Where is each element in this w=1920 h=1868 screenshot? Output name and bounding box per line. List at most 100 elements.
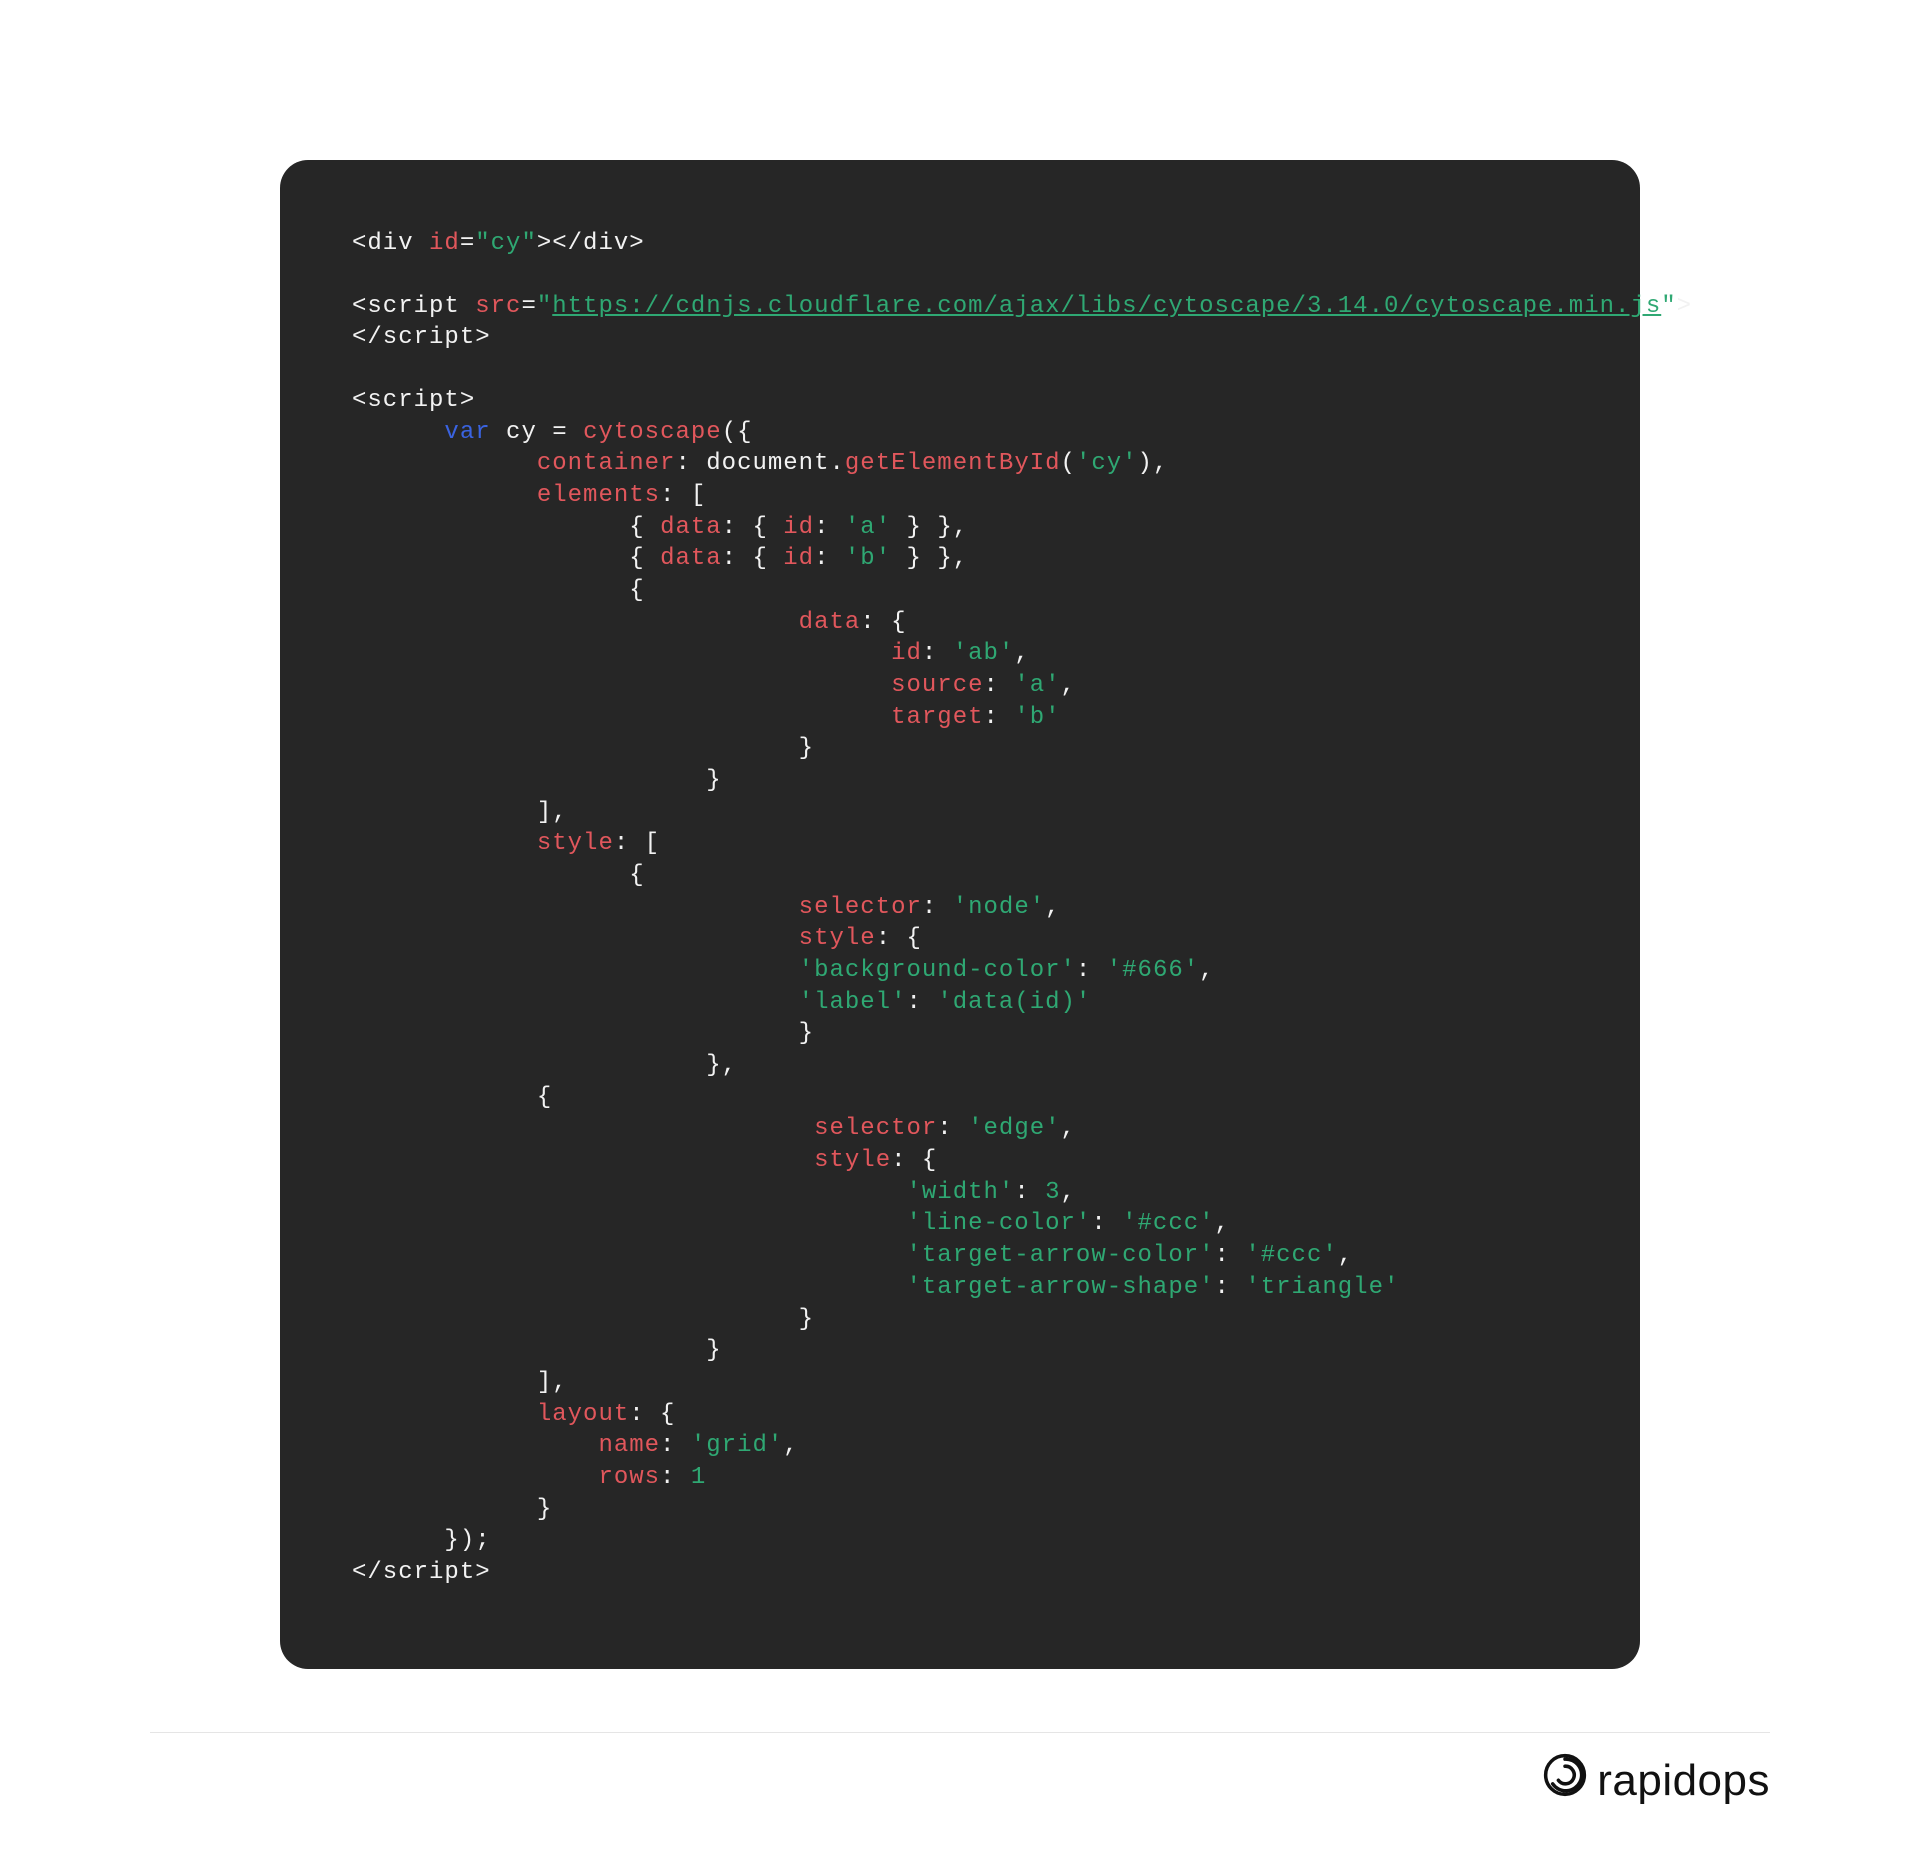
brand-text: rapidops xyxy=(1597,1756,1770,1806)
code-line: 'label': 'data(id)' xyxy=(352,987,1568,1019)
code-line: data: { xyxy=(352,607,1568,639)
code-token: , xyxy=(1061,1115,1076,1142)
code-string: 'a' xyxy=(845,514,891,541)
code-line: 'target-arrow-color': '#ccc', xyxy=(352,1240,1568,1272)
code-key: style xyxy=(799,925,876,952)
code-string: 'a' xyxy=(1014,672,1060,699)
code-token: } xyxy=(706,767,721,794)
code-key: id xyxy=(783,545,814,572)
code-token: : [ xyxy=(614,830,660,857)
code-line: layout: { xyxy=(352,1399,1568,1431)
code-line: <div id="cy"></div> xyxy=(352,228,1568,260)
code-key: rows xyxy=(598,1464,660,1491)
code-string: '#ccc' xyxy=(1122,1210,1214,1237)
code-line: }); xyxy=(352,1525,1568,1557)
code-key: elements xyxy=(537,482,660,509)
code-key: name xyxy=(598,1432,660,1459)
code-token: </script> xyxy=(352,1559,491,1586)
code-token: ( xyxy=(1061,450,1076,477)
code-token: : xyxy=(937,1115,968,1142)
code-key: style xyxy=(814,1147,891,1174)
code-line: ], xyxy=(352,1367,1568,1399)
code-line: container: document.getElementById('cy')… xyxy=(352,448,1568,480)
code-token: , xyxy=(1061,672,1076,699)
page: <div id="cy"></div> <script src="https:/… xyxy=(0,0,1920,1868)
code-token: , xyxy=(1338,1242,1353,1269)
code-line: { data: { id: 'a' } }, xyxy=(352,512,1568,544)
code-token: , xyxy=(1215,1210,1230,1237)
code-line: source: 'a', xyxy=(352,670,1568,702)
code-token: : xyxy=(660,1432,691,1459)
code-token: : xyxy=(660,1464,691,1491)
code-token: } xyxy=(706,1337,721,1364)
code-token: : document. xyxy=(675,450,844,477)
code-token: ], xyxy=(537,799,568,826)
code-token: }); xyxy=(444,1527,490,1554)
code-line: <script> xyxy=(352,385,1568,417)
code-token: ({ xyxy=(722,419,753,446)
code-line: { xyxy=(352,1082,1568,1114)
code-token: <div xyxy=(352,230,429,257)
code-string: 'triangle' xyxy=(1245,1274,1399,1301)
code-line: 'width': 3, xyxy=(352,1177,1568,1209)
code-string: 'width' xyxy=(906,1179,1014,1206)
code-key: layout xyxy=(537,1401,629,1428)
code-string: 'node' xyxy=(953,894,1045,921)
code-line: id: 'ab', xyxy=(352,638,1568,670)
code-line: elements: [ xyxy=(352,480,1568,512)
code-token: : xyxy=(1014,1179,1045,1206)
code-string: 'data(id)' xyxy=(937,989,1091,1016)
code-token: { xyxy=(629,862,644,889)
code-string: 'background-color' xyxy=(799,957,1076,984)
code-key: style xyxy=(537,830,614,857)
code-line: 'background-color': '#666', xyxy=(352,955,1568,987)
code-number: 1 xyxy=(691,1464,706,1491)
code-line: selector: 'edge', xyxy=(352,1113,1568,1145)
code-token: : xyxy=(1215,1242,1246,1269)
code-string: 'b' xyxy=(1014,704,1060,731)
code-url[interactable]: https://cdnjs.cloudflare.com/ajax/libs/c… xyxy=(552,293,1661,320)
code-line: style: { xyxy=(352,1145,1568,1177)
code-string: 'cy' xyxy=(1076,450,1138,477)
spiral-icon xyxy=(1543,1753,1587,1808)
code-token: , xyxy=(1061,1179,1076,1206)
code-string: 'label' xyxy=(799,989,907,1016)
code-token: } xyxy=(799,735,814,762)
code-string: 'target-arrow-shape' xyxy=(906,1274,1214,1301)
code-token: : xyxy=(984,704,1015,731)
code-token: <script> xyxy=(352,387,475,414)
code-token: > xyxy=(1677,293,1692,320)
code-token: } }, xyxy=(891,514,968,541)
code-line: } xyxy=(352,765,1568,797)
code-line: selector: 'node', xyxy=(352,892,1568,924)
code-key: selector xyxy=(799,894,922,921)
code-line: } xyxy=(352,1304,1568,1336)
blank-line xyxy=(352,260,1568,291)
code-keyword: var xyxy=(444,419,490,446)
code-line: }, xyxy=(352,1050,1568,1082)
code-token: { xyxy=(629,577,644,604)
code-token: : xyxy=(1091,1210,1122,1237)
code-line: rows: 1 xyxy=(352,1462,1568,1494)
code-token: : xyxy=(922,640,953,667)
code-token: : { xyxy=(629,1401,675,1428)
code-token: , xyxy=(1045,894,1060,921)
code-token: : [ xyxy=(660,482,706,509)
code-line: style: { xyxy=(352,923,1568,955)
code-key: id xyxy=(891,640,922,667)
code-token: src xyxy=(475,293,521,320)
code-token: { xyxy=(537,1084,552,1111)
code-string: 'ab' xyxy=(953,640,1015,667)
code-key: data xyxy=(799,609,861,636)
code-token: : xyxy=(1215,1274,1246,1301)
code-token: ], xyxy=(537,1369,568,1396)
code-line: ], xyxy=(352,797,1568,829)
code-line: style: [ xyxy=(352,828,1568,860)
code-token: : { xyxy=(722,545,784,572)
code-token: { xyxy=(629,545,660,572)
code-key: data xyxy=(660,514,722,541)
code-token: }, xyxy=(706,1052,737,1079)
code-line: 'line-color': '#ccc', xyxy=(352,1208,1568,1240)
code-string: 'edge' xyxy=(968,1115,1060,1142)
code-line: </script> xyxy=(352,322,1568,354)
